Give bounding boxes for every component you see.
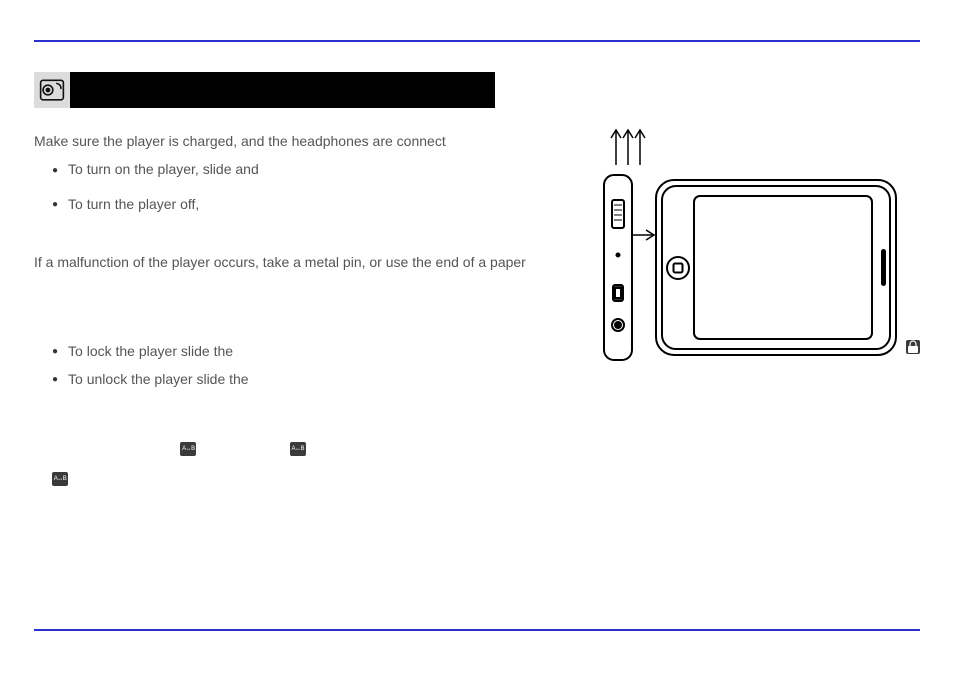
ab-repeat-line-1: A↔B A↔B bbox=[34, 432, 920, 463]
ab-repeat-icon: A↔B bbox=[180, 442, 196, 456]
device-side bbox=[604, 175, 632, 360]
device-illustration bbox=[584, 120, 904, 370]
section-header bbox=[34, 72, 920, 108]
lock-icon bbox=[906, 340, 920, 354]
top-rule bbox=[34, 40, 920, 42]
record-icon bbox=[34, 72, 70, 108]
ab-repeat-icon: A↔B bbox=[290, 442, 306, 456]
bottom-rule bbox=[34, 629, 920, 631]
ab-repeat-icon: A↔B bbox=[52, 472, 68, 486]
list-item: To unlock the player slide the bbox=[52, 368, 906, 390]
section-title-bar bbox=[70, 72, 495, 108]
device-front bbox=[656, 180, 896, 355]
ab-repeat-line-2: A↔B bbox=[34, 463, 920, 494]
manual-page: Make sure the player is charged, and the… bbox=[0, 0, 954, 691]
